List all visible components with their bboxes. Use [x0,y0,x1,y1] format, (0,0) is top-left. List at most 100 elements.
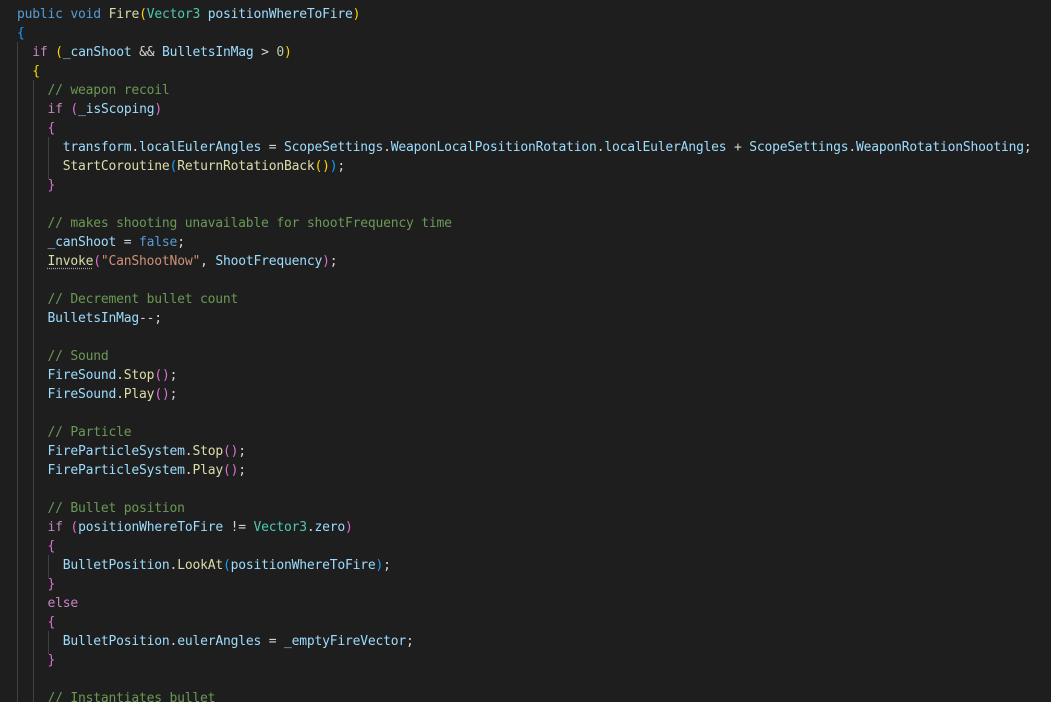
code-token: . [131,140,140,155]
code-line[interactable]: // Particle [17,423,132,442]
code-line[interactable]: { [17,613,56,632]
code-line[interactable]: // Instantiates bullet [17,689,216,702]
code-line[interactable]: _canShoot = false; [17,233,186,252]
code-line[interactable]: // Decrement bullet count [17,290,239,309]
code-token: Play [123,387,155,402]
code-token: { [47,121,56,136]
code-line[interactable]: if (positionWhereToFire != Vector3.zero) [17,518,353,537]
code-token: = [261,634,284,649]
code-line[interactable]: if (_canShoot && BulletsInMag > 0) [17,43,292,62]
code-token: _canShoot [62,45,132,60]
code-token: // Particle [47,425,132,440]
code-token: _canShoot [47,235,117,250]
code-token: 0 references [17,0,109,3]
code-token: ScopeSettings [283,140,384,155]
code-token: = [261,140,284,155]
code-token: _isScoping [78,102,155,117]
code-token: ) [284,45,292,60]
code-token: transform [62,140,132,155]
code-line[interactable]: { [17,24,25,43]
code-line[interactable]: else [17,594,79,613]
code-token: > [253,45,277,60]
code-line[interactable]: BulletPosition.LookAt(positionWhereToFir… [17,556,391,575]
code-token: WeaponLocalPositionRotation [390,140,597,155]
code-token: Play [192,463,223,478]
code-token: ReturnRotationBack [177,159,315,174]
code-line[interactable]: BulletsInMag--; [17,309,163,328]
code-token: () [154,387,170,402]
code-token: , [200,254,216,269]
code-line[interactable]: { [17,62,40,81]
code-token: ) [375,558,384,573]
code-token: Stop [123,368,155,383]
code-token: ( [93,254,101,269]
code-editor[interactable]: 0 references public void Fire(Vector3 pos… [0,0,1051,702]
code-token: FireParticleSystem [47,463,185,478]
code-token: Vector3 [146,7,201,22]
code-line[interactable]: if (_isScoping) [17,100,163,119]
code-line[interactable]: StartCoroutine(ReturnRotationBack()); [17,157,345,176]
code-token: ( [55,45,63,60]
code-token: () [222,444,239,459]
code-token: _emptyFireVector [283,634,407,649]
code-token: BulletPosition [62,558,170,573]
code-token: ScopeSettings [749,140,849,155]
code-line[interactable]: { [17,119,56,138]
code-token: ; [177,235,185,250]
code-line[interactable]: Invoke("CanShootNow", ShootFrequency); [17,252,338,271]
code-token: Fire [108,7,140,22]
code-token: { [17,26,25,41]
code-token: WeaponRotationShooting [856,140,1024,155]
code-line[interactable]: transform. localEulerAngles = ScopeSettin… [17,138,1032,157]
code-token: FireSound [47,368,117,383]
code-line[interactable]: } [17,575,56,594]
code-line[interactable]: FireSound.Stop(); [17,366,178,385]
code-line[interactable]: BulletPosition.eulerAngles = _emptyFireV… [17,632,414,651]
code-token: else [47,596,79,611]
code-line[interactable]: FireParticleSystem.Stop(); [17,442,247,461]
code-line[interactable]: // Bullet position [17,499,185,518]
code-token: BulletPosition [62,634,170,649]
code-line[interactable]: // Sound [17,347,109,366]
code-token: ; [238,463,246,478]
code-line[interactable]: } [17,651,56,670]
code-line[interactable]: // makes shooting unavailable for shootF… [17,214,452,233]
code-line[interactable]: // weapon recoil [17,81,170,100]
code-token: { [32,64,40,79]
code-line[interactable]: } [17,176,56,195]
code-token: FireParticleSystem [47,444,185,459]
code-line[interactable]: FireSound.Play(); [17,385,178,404]
code-token: positionWhereToFire [230,558,376,573]
code-token: // weapon recoil [47,83,170,98]
code-token: BulletsInMag [161,45,254,60]
code-token: localEulerAngles [604,140,727,155]
code-line[interactable]: public void Fire(Vector3 positionWhereTo… [17,5,361,24]
code-token: if [47,520,63,535]
code-token: ) [352,7,361,22]
code-token: } [47,577,56,592]
code-token: } [47,653,56,668]
code-token: . [116,387,124,402]
code-line[interactable]: FireParticleSystem.Play(); [17,461,247,480]
code-line[interactable]: { [17,537,56,556]
